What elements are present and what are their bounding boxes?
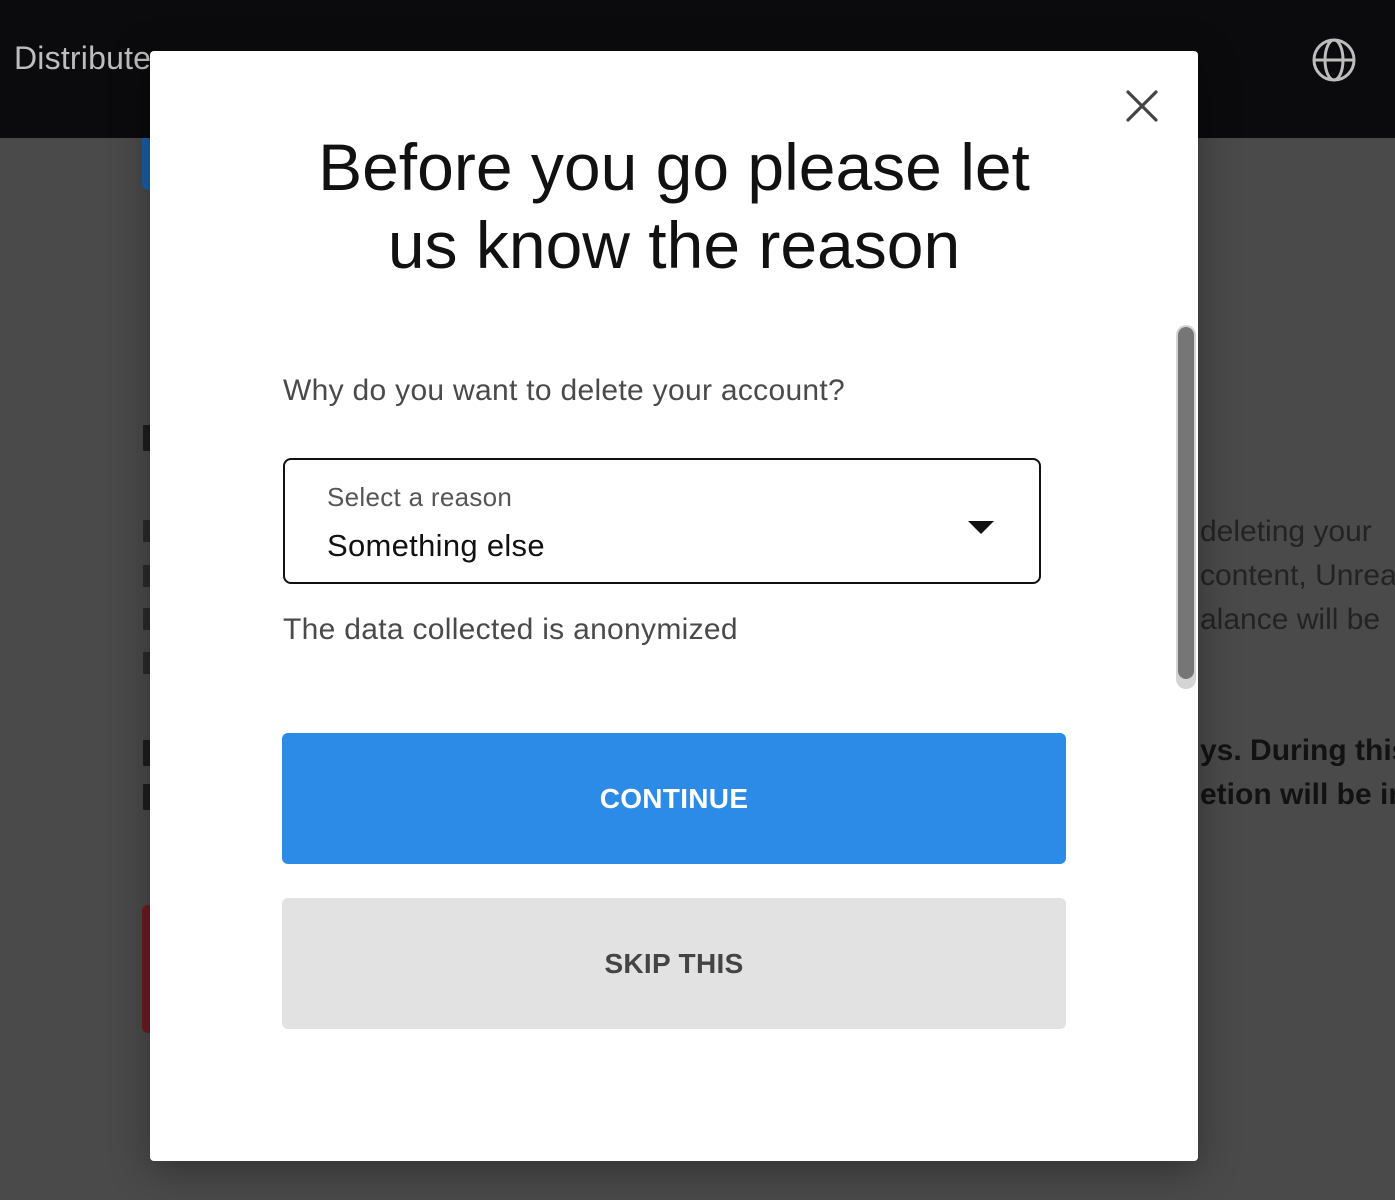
background-paragraph-line: deleting your: [1200, 515, 1372, 548]
reason-select-label: Select a reason: [327, 482, 513, 512]
modal-title-line: us know the reason: [387, 208, 961, 282]
reason-select-value: Something else: [327, 528, 545, 563]
close-icon[interactable]: [1122, 86, 1162, 126]
continue-button[interactable]: CONTINUE: [282, 733, 1066, 864]
background-bold-line: etion will be irr: [1200, 778, 1395, 811]
modal-title: Before you go please let us know the rea…: [150, 128, 1198, 284]
background-paragraph-line: content, Unrea: [1200, 559, 1395, 592]
anonymized-data-note: The data collected is anonymized: [283, 613, 738, 646]
brand-name[interactable]: Distribute: [14, 40, 151, 77]
background-paragraph-line: alance will be: [1200, 603, 1381, 636]
chevron-down-icon: [968, 521, 994, 534]
modal-scrollbar-thumb[interactable]: [1178, 327, 1194, 679]
globe-icon[interactable]: [1311, 37, 1357, 83]
delete-reason-question: Why do you want to delete your account?: [283, 374, 846, 407]
skip-button[interactable]: SKIP THIS: [282, 898, 1066, 1029]
modal-title-line: Before you go please let: [318, 130, 1030, 204]
background-bold-line: ys. During this: [1200, 734, 1395, 767]
reason-select[interactable]: Select a reason Something else: [283, 458, 1041, 584]
